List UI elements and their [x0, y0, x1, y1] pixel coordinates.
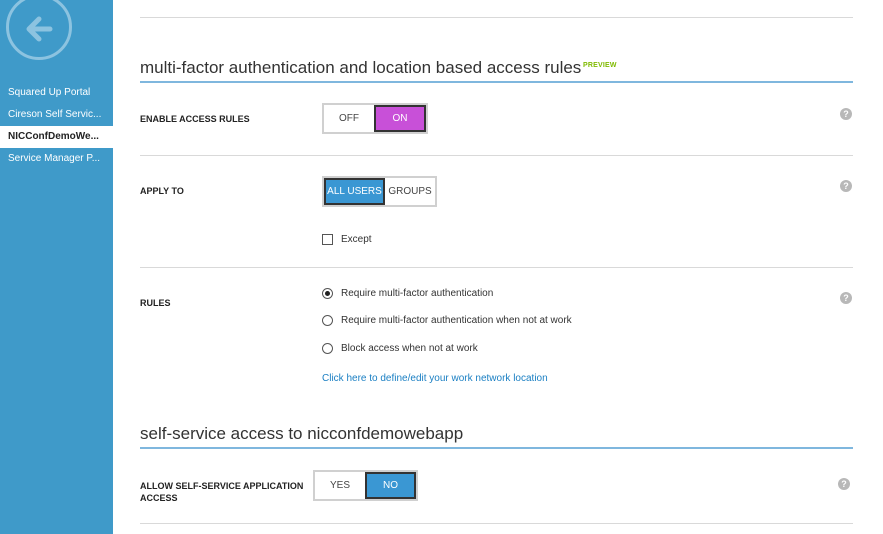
rule-option-block-not-at-work[interactable]: Block access when not at work	[322, 343, 478, 354]
apply-to-groups-option[interactable]: GROUPS	[385, 178, 435, 205]
rule-option-require-mfa[interactable]: Require multi-factor authentication	[322, 288, 493, 299]
back-button[interactable]	[6, 0, 72, 60]
divider	[140, 155, 853, 156]
sidebar: Squared Up Portal Cireson Self Servic...…	[0, 0, 113, 534]
define-work-network-link[interactable]: Click here to define/edit your work netw…	[322, 373, 548, 384]
help-question-icon[interactable]: ?	[840, 180, 852, 192]
help-question-icon[interactable]: ?	[838, 478, 850, 490]
access-rules-on-option[interactable]: ON	[374, 105, 426, 132]
apply-to-label: APPLY TO	[140, 186, 184, 196]
section-title-mfa: multi-factor authentication and location…	[140, 58, 582, 77]
sidebar-item-service-manager-portal[interactable]: Service Manager P...	[0, 148, 113, 170]
sidebar-item-nicconfdemowebapp[interactable]: NICConfDemoWe...	[0, 126, 113, 148]
self-service-no-option[interactable]: NO	[365, 472, 416, 499]
allow-self-service-label: ALLOW SELF-SERVICE APPLICATION ACCESS	[140, 481, 304, 503]
rule-option-label: Block access when not at work	[341, 343, 478, 354]
section-underline	[140, 81, 853, 83]
self-service-yes-option[interactable]: YES	[315, 472, 365, 499]
section-title-self-service: self-service access to nicconfdemowebapp	[140, 424, 464, 443]
radio-button[interactable]	[322, 315, 333, 326]
except-label: Except	[341, 234, 372, 245]
preview-badge: PREVIEW	[583, 62, 617, 69]
divider	[140, 267, 853, 268]
access-rules-off-option[interactable]: OFF	[324, 105, 374, 132]
divider	[140, 523, 853, 524]
apply-to-toggle: ALL USERS GROUPS	[322, 176, 437, 207]
rule-option-label: Require multi-factor authentication when…	[341, 315, 572, 326]
radio-button[interactable]	[322, 343, 333, 354]
apply-to-all-users-option[interactable]: ALL USERS	[324, 178, 385, 205]
divider	[140, 17, 853, 18]
enable-access-rules-label: ENABLE ACCESS RULES	[140, 114, 250, 124]
main-content: multi-factor authentication and location…	[113, 0, 883, 534]
sidebar-item-cireson-self-service[interactable]: Cireson Self Servic...	[0, 104, 113, 126]
rules-label: RULES	[140, 298, 171, 308]
section-underline	[140, 447, 853, 449]
rule-option-require-mfa-not-at-work[interactable]: Require multi-factor authentication when…	[322, 315, 572, 326]
allow-self-service-toggle: YES NO	[313, 470, 418, 501]
rule-option-label: Require multi-factor authentication	[341, 288, 494, 299]
except-checkbox-row[interactable]: Except	[322, 234, 372, 245]
sidebar-item-squared-up-portal[interactable]: Squared Up Portal	[0, 82, 113, 104]
back-arrow-icon	[26, 16, 53, 42]
help-question-icon[interactable]: ?	[840, 292, 852, 304]
enable-access-rules-toggle: OFF ON	[322, 103, 428, 134]
radio-button[interactable]	[322, 288, 333, 299]
except-checkbox[interactable]	[322, 234, 333, 245]
help-question-icon[interactable]: ?	[840, 108, 852, 120]
